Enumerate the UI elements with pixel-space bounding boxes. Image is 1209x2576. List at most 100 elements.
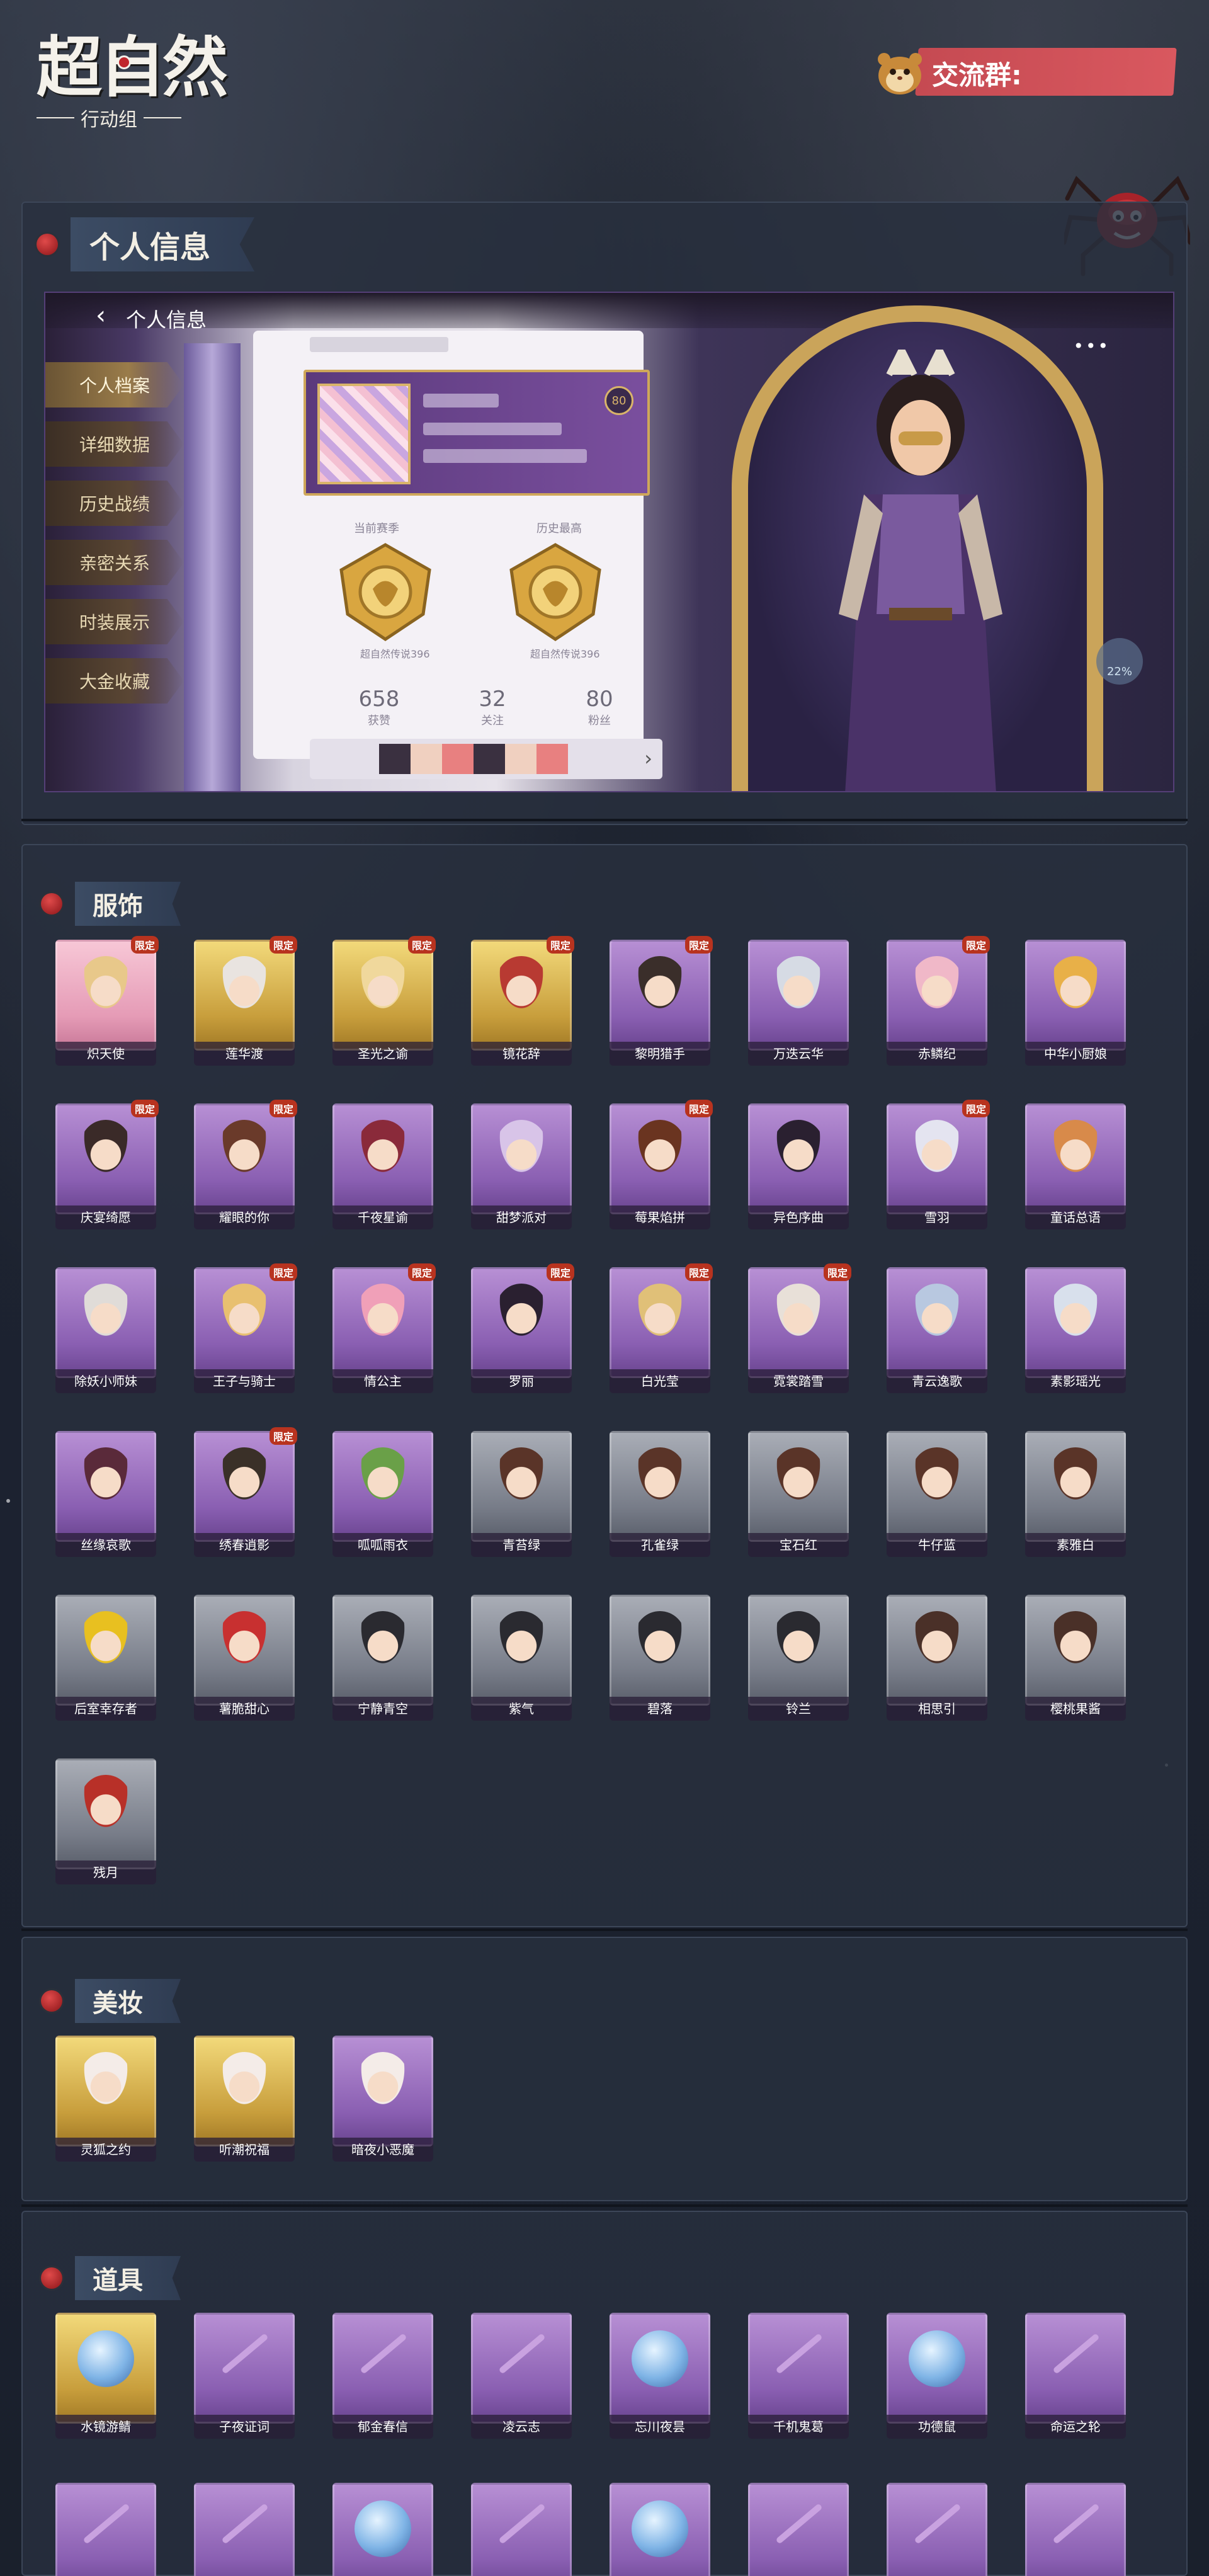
character-portrait <box>358 1611 408 1669</box>
season-history-label: 历史最高 <box>536 522 582 535</box>
outfit-tile[interactable]: 千夜星谕 <box>332 1103 433 1229</box>
prop-tile[interactable]: 功德鼠 <box>887 2313 987 2439</box>
tile-name: 郁金春信 <box>332 2415 433 2439</box>
recent-visitors-bar[interactable]: › <box>310 739 662 779</box>
stat-following-label: 关注 <box>481 714 504 727</box>
stat-likes: 658 获赞 <box>341 687 417 728</box>
rank-history-text: 超自然传说396 <box>530 648 600 660</box>
outfit-tile[interactable]: 铃兰 <box>748 1595 849 1721</box>
outfit-tile[interactable]: 限定 王子与骑士 <box>194 1263 297 1393</box>
outfit-tile[interactable]: 限定 雪羽 <box>887 1100 990 1229</box>
menu-item-collection[interactable]: 大金收藏 <box>45 658 184 704</box>
prop-tile[interactable]: 命运之轮 <box>1025 2313 1126 2439</box>
outfit-tile[interactable]: 青云逸歌 <box>887 1267 987 1393</box>
tile-name: 暗夜小恶魔 <box>332 2138 433 2162</box>
outfit-tile[interactable]: 灵狐之约 <box>55 2036 156 2162</box>
character-portrait <box>635 1120 685 1178</box>
menu-item-outfits[interactable]: 时装展示 <box>45 599 184 644</box>
menu-item-history[interactable]: 历史战绩 <box>45 481 184 526</box>
character-portrait <box>635 1611 685 1669</box>
season-current-label: 当前赛季 <box>354 522 399 535</box>
outfit-tile[interactable]: 限定 绣春逍影 <box>194 1427 297 1557</box>
outfit-tile[interactable]: 限定 霓裳踏雪 <box>748 1263 851 1393</box>
outfit-tile[interactable]: 限定 庆宴绮愿 <box>55 1100 159 1229</box>
section-divider <box>21 2204 1188 2207</box>
prop-tile[interactable]: 凌云志 <box>471 2313 572 2439</box>
outfit-tile[interactable]: 限定 莲华渡 <box>194 936 297 1066</box>
outfit-tile[interactable]: 樱桃果酱 <box>1025 1595 1126 1721</box>
outfit-tile[interactable]: 万迭云华 <box>748 940 849 1066</box>
outfit-tile[interactable]: 青苔绿 <box>471 1431 572 1557</box>
menu-item-relationships[interactable]: 亲密关系 <box>45 540 184 585</box>
prop-tile[interactable] <box>471 2483 572 2576</box>
outfit-tile[interactable]: 童话总语 <box>1025 1103 1126 1229</box>
outfit-tile[interactable]: 限定 耀眼的你 <box>194 1100 297 1229</box>
outfit-tile[interactable]: 紫气 <box>471 1595 572 1721</box>
prop-tile[interactable]: 子夜证词 <box>194 2313 295 2439</box>
prop-tile[interactable] <box>610 2483 710 2576</box>
outfit-tile[interactable]: 丝缘哀歌 <box>55 1431 156 1557</box>
prop-tile[interactable] <box>194 2483 295 2576</box>
prop-tile[interactable] <box>1025 2483 1126 2576</box>
outfit-tile[interactable]: 后室幸存者 <box>55 1595 156 1721</box>
outfit-tile[interactable]: 牛仔蓝 <box>887 1431 987 1557</box>
outfit-tile[interactable]: 残月 <box>55 1758 156 1884</box>
tile-name: 甜梦派对 <box>471 1205 572 1229</box>
prop-tile[interactable] <box>887 2483 987 2576</box>
character-portrait <box>81 1447 131 1505</box>
character-portrait <box>81 1120 131 1178</box>
section-title: 个人信息 <box>71 217 255 271</box>
limited-tag: 限定 <box>962 1100 990 1117</box>
outfit-tile[interactable]: 限定 圣光之谕 <box>332 936 436 1066</box>
prop-orb-icon <box>77 2330 134 2387</box>
prop-tile[interactable]: 郁金春信 <box>332 2313 433 2439</box>
tile-name: 黎明猎手 <box>610 1042 710 1066</box>
more-options-icon[interactable]: ••• <box>1073 336 1110 356</box>
menu-item-archive[interactable]: 个人档案 <box>45 362 184 407</box>
outfit-tile[interactable]: 相思引 <box>887 1595 987 1721</box>
chevron-right-icon[interactable]: › <box>644 746 652 770</box>
stat-fans-value: 80 <box>586 687 613 712</box>
outfit-tile[interactable]: 孔雀绿 <box>610 1431 710 1557</box>
outfit-tile[interactable]: 限定 赤鳞纪 <box>887 936 990 1066</box>
prop-tile[interactable] <box>748 2483 849 2576</box>
outfit-tile[interactable]: 限定 罗丽 <box>471 1263 574 1393</box>
outfit-tile[interactable]: 限定 黎明猎手 <box>610 936 713 1066</box>
qq-group-banner[interactable]: 交流群: <box>873 45 1177 97</box>
outfit-tile[interactable]: 限定 白光莹 <box>610 1263 713 1393</box>
prop-tile[interactable]: 忘川夜昙 <box>610 2313 710 2439</box>
outfit-tile[interactable]: 甜梦派对 <box>471 1103 572 1229</box>
menu-item-details[interactable]: 详细数据 <box>45 421 184 467</box>
outfit-tile[interactable]: 呱呱雨衣 <box>332 1431 433 1557</box>
outfit-tile[interactable]: 宁静青空 <box>332 1595 433 1721</box>
limited-tag: 限定 <box>407 1263 436 1281</box>
outfit-tile[interactable]: 薯脆甜心 <box>194 1595 295 1721</box>
section-title: 服饰 <box>75 882 181 926</box>
outfit-tile[interactable]: 限定 镜花辞 <box>471 936 574 1066</box>
prop-tile[interactable] <box>332 2483 433 2576</box>
back-chevron-icon[interactable]: ‹ <box>96 303 106 328</box>
outfit-tile[interactable]: 限定 情公主 <box>332 1263 436 1393</box>
outfit-tile[interactable]: 中华小厨娘 <box>1025 940 1126 1066</box>
outfit-tile[interactable]: 听潮祝福 <box>194 2036 295 2162</box>
logo-dash <box>144 117 181 118</box>
outfit-tile[interactable]: 素影瑶光 <box>1025 1267 1126 1393</box>
tile-name: 残月 <box>55 1861 156 1884</box>
tile-name: 丝缘哀歌 <box>55 1533 156 1557</box>
tile-name: 听潮祝福 <box>194 2138 295 2162</box>
character-portrait <box>912 1120 962 1178</box>
outfit-tile[interactable]: 除妖小师妹 <box>55 1267 156 1393</box>
outfit-tile[interactable]: 异色序曲 <box>748 1103 849 1229</box>
outfit-tile[interactable]: 暗夜小恶魔 <box>332 2036 433 2162</box>
player-avatar[interactable] <box>317 384 411 484</box>
outfit-tile[interactable]: 限定 莓果焰拼 <box>610 1100 713 1229</box>
red-pin-icon <box>41 1990 62 2012</box>
outfit-tile[interactable]: 素雅白 <box>1025 1431 1126 1557</box>
outfit-tile[interactable]: 宝石红 <box>748 1431 849 1557</box>
outfit-tile[interactable]: 限定 炽天使 <box>55 936 159 1066</box>
prop-tile[interactable] <box>55 2483 156 2576</box>
prop-tile[interactable]: 水镜游鲭 <box>55 2313 156 2439</box>
prop-tile[interactable]: 千机鬼葛 <box>748 2313 849 2439</box>
outfit-tile[interactable]: 碧落 <box>610 1595 710 1721</box>
name-blur <box>310 337 448 352</box>
